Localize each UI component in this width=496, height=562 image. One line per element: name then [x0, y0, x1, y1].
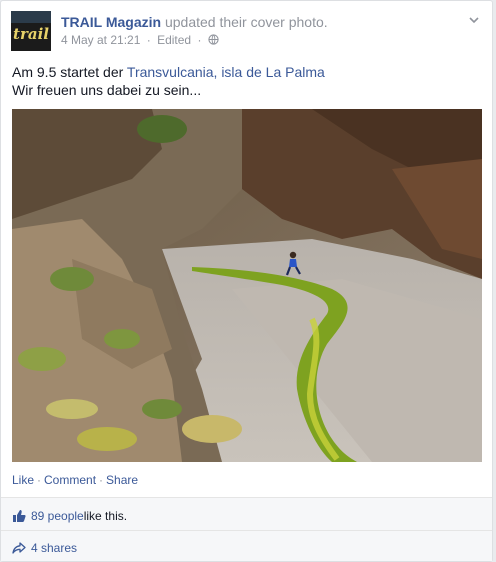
post-meta: 4 May at 21:21 · Edited ·: [61, 33, 219, 47]
chevron-down-icon[interactable]: [467, 13, 481, 27]
share-link[interactable]: Share: [106, 473, 138, 487]
post-message: Am 9.5 startet der Transvulcania, isla d…: [12, 63, 482, 99]
meta-separator-2: ·: [197, 33, 202, 47]
post-card: trail TRAIL Magazin updated their cover …: [0, 0, 493, 562]
shares-count-link[interactable]: 4 shares: [31, 541, 77, 555]
ufi-summary: 89 people like this. 4 shares: [1, 497, 492, 561]
post-actions: Like · Comment · Share: [12, 473, 138, 487]
likes-count-link[interactable]: 89 people: [31, 509, 84, 523]
thumbs-up-icon: [13, 510, 26, 522]
post-header: trail TRAIL Magazin updated their cover …: [11, 11, 481, 51]
edited-label[interactable]: Edited: [157, 33, 191, 47]
place-link[interactable]: Transvulcania, isla de La Palma: [127, 64, 325, 80]
likes-suffix: like this.: [83, 509, 128, 523]
cover-photo[interactable]: [12, 109, 482, 462]
trail-runner-photo: [12, 109, 482, 462]
trail-logo-icon: trail: [11, 11, 51, 51]
post-title: TRAIL Magazin updated their cover photo.: [61, 14, 328, 30]
post-action-text: updated their cover photo.: [164, 14, 328, 30]
page-avatar[interactable]: trail: [11, 11, 51, 51]
comment-link[interactable]: Comment: [44, 473, 96, 487]
ufi-divider: [1, 530, 492, 531]
meta-separator: ·: [146, 33, 151, 47]
shares-row: 4 shares: [12, 538, 77, 558]
post-text-line2: Wir freuen uns dabei zu sein...: [12, 82, 202, 98]
share-arrow-icon: [12, 542, 26, 554]
action-separator-2: ·: [99, 473, 104, 487]
post-timestamp[interactable]: 4 May at 21:21: [61, 33, 140, 47]
likes-row: 89 people like this.: [12, 506, 127, 526]
action-separator: ·: [37, 473, 42, 487]
globe-icon[interactable]: [208, 34, 219, 45]
like-link[interactable]: Like: [12, 473, 34, 487]
post-text-prefix: Am 9.5 startet der: [12, 64, 127, 80]
avatar-logo-text: trail: [13, 25, 49, 43]
page-name-link[interactable]: TRAIL Magazin: [61, 14, 161, 30]
